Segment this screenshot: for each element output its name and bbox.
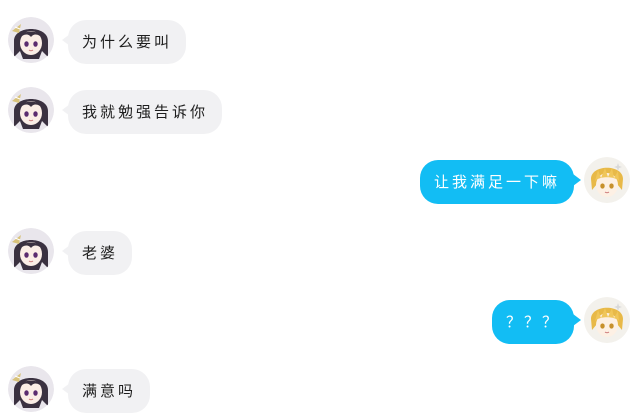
- anime-girl-avatar-icon: [8, 228, 54, 274]
- message-row: 让我满足一下嘛: [0, 157, 640, 207]
- anime-boy-avatar-icon: [584, 297, 630, 343]
- anime-girl-avatar-icon: [8, 17, 54, 63]
- avatar[interactable]: [8, 366, 54, 412]
- bubble-tail: [573, 314, 581, 326]
- anime-girl-avatar-icon: [8, 87, 54, 133]
- bubble-tail: [573, 174, 581, 186]
- anime-girl-avatar-icon: [8, 366, 54, 412]
- message-row: 老婆: [0, 228, 640, 278]
- message-row: ？？？: [0, 297, 640, 347]
- avatar[interactable]: [8, 87, 54, 133]
- message-row: 满意吗: [0, 366, 640, 416]
- message-bubble[interactable]: 让我满足一下嘛: [419, 160, 574, 204]
- message-bubble[interactable]: 为什么要叫: [68, 20, 187, 64]
- avatar[interactable]: [8, 17, 54, 63]
- avatar[interactable]: [584, 297, 630, 343]
- anime-boy-avatar-icon: [584, 157, 630, 203]
- avatar[interactable]: [584, 157, 630, 203]
- avatar[interactable]: [8, 228, 54, 274]
- chat-window: 为什么要叫 我就勉强告诉你 让我满足一下嘛 老婆 ？？？ 满意吗: [0, 0, 640, 420]
- message-row: 为什么要叫: [0, 17, 640, 67]
- message-bubble[interactable]: ？？？: [491, 300, 574, 344]
- message-bubble[interactable]: 老婆: [68, 231, 133, 275]
- message-row: 我就勉强告诉你: [0, 87, 640, 137]
- message-bubble[interactable]: 满意吗: [68, 369, 151, 413]
- message-bubble[interactable]: 我就勉强告诉你: [68, 90, 223, 134]
